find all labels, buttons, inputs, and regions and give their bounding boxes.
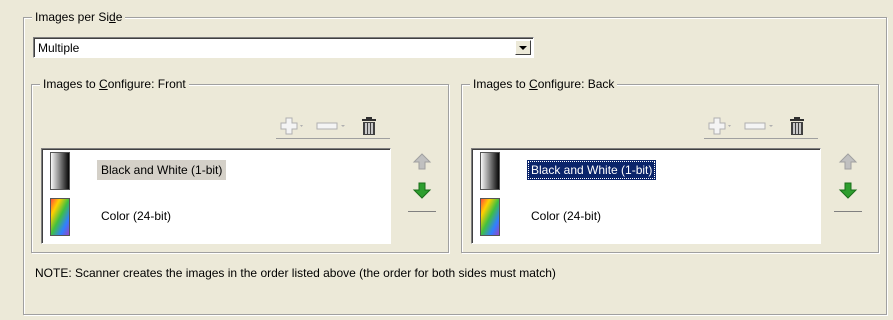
item-label: Color (24-bit): [101, 209, 172, 223]
back-config-legend: Images to Configure: Back: [470, 77, 618, 91]
dropdown-button[interactable]: [515, 40, 531, 55]
bw-image-icon: [50, 152, 70, 190]
front-config-legend: Images to Configure: Front: [40, 77, 189, 91]
move-down-icon[interactable]: [838, 181, 858, 201]
item-label: Color (24-bit): [531, 209, 602, 223]
images-per-side-select[interactable]: Multiple: [33, 37, 534, 58]
add-icon[interactable]: [708, 117, 734, 135]
back-image-list[interactable]: Black and White (1-bit) Color (24-bit): [471, 148, 821, 244]
add-icon[interactable]: [280, 117, 306, 135]
color-image-icon: [480, 198, 500, 236]
front-image-list[interactable]: Black and White (1-bit) Color (24-bit): [41, 148, 391, 244]
item-label: Black and White (1-bit): [97, 160, 227, 180]
back-toolbar: [704, 114, 818, 139]
rename-icon[interactable]: [316, 117, 348, 135]
images-per-side-value: Multiple: [38, 41, 80, 55]
delete-icon[interactable]: [360, 117, 378, 136]
list-item[interactable]: Color (24-bit): [46, 195, 286, 239]
bw-image-icon: [480, 152, 500, 190]
move-down-icon[interactable]: [412, 181, 432, 201]
list-item[interactable]: Black and White (1-bit): [46, 149, 286, 193]
front-toolbar: [276, 114, 390, 139]
delete-icon[interactable]: [788, 117, 806, 136]
move-up-icon[interactable]: [412, 152, 432, 172]
arrow-divider: [834, 211, 862, 212]
list-item[interactable]: Black and White (1-bit): [476, 149, 716, 193]
color-image-icon: [50, 198, 70, 236]
arrow-divider: [408, 211, 436, 212]
item-label: Black and White (1-bit): [527, 160, 657, 180]
images-per-side-legend: Images per Side: [32, 10, 126, 24]
rename-icon[interactable]: [744, 117, 776, 135]
order-note: NOTE: Scanner creates the images in the …: [35, 266, 556, 280]
move-up-icon[interactable]: [838, 152, 858, 172]
list-item[interactable]: Color (24-bit): [476, 195, 716, 239]
